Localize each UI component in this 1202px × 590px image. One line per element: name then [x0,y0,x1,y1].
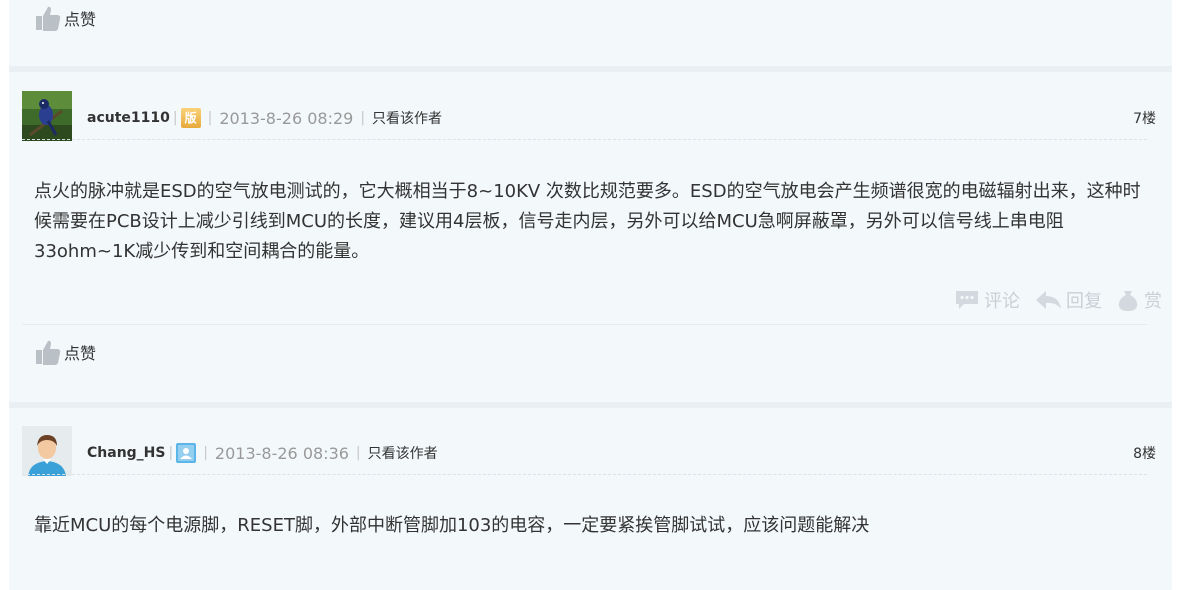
comment-button[interactable]: 评论 [954,287,1020,313]
moderator-badge: 版 [180,108,201,128]
post-content: 点火的脉冲就是ESD的空气放电测试的，它大概相当于8~10KV 次数比规范要多。… [34,181,1141,262]
actions-divider [22,324,1147,325]
default-user-avatar-image [22,426,72,476]
username[interactable]: acute1110 [87,110,170,126]
floor-number[interactable]: 8楼 [1133,443,1156,463]
like-button[interactable]: 点赞 [34,338,96,366]
separator: | [207,110,213,126]
post-panel-previous [9,0,1172,66]
separator: | [172,110,178,126]
reward-label: 赏 [1144,291,1162,312]
username[interactable]: Chang_HS [87,445,165,461]
reply-button[interactable]: 回复 [1034,287,1102,313]
user-badge-icon [176,443,197,463]
header-divider [22,474,1147,475]
forum-thread: 点赞 acute1110 | 版 | 2013-8-26 08:29 | 只看该… [0,0,1202,590]
post-header: Chang_HS | | 2013-8-26 08:36 | 只看该作者 8楼 [87,441,1156,465]
avatar[interactable] [22,91,72,141]
separator: | [168,445,174,461]
reward-button[interactable]: 赏 [1116,287,1162,313]
thumbs-up-icon [36,340,61,365]
like-button[interactable]: 点赞 [34,4,96,32]
header-divider [22,139,1147,140]
like-label: 点赞 [64,344,97,363]
only-author-link[interactable]: 只看该作者 [372,108,442,128]
comment-icon [956,291,978,309]
like-label: 点赞 [64,10,97,29]
bird-avatar-image [22,91,72,141]
separator: | [355,445,361,461]
money-bag-icon [1118,291,1138,311]
avatar[interactable] [22,426,72,476]
post-header: acute1110 | 版 | 2013-8-26 08:29 | 只看该作者 … [87,106,1156,130]
post-date: 2013-8-26 08:29 [219,108,354,128]
post-panel-8 [9,408,1172,590]
post-date: 2013-8-26 08:36 [214,443,349,463]
separator: | [360,110,366,126]
reply-arrow-icon [1036,291,1061,309]
thumbs-up-icon [36,6,61,32]
post-content: 靠近MCU的每个电源脚，RESET脚，外部中断管脚加103的电容，一定要紧挨管脚… [34,515,870,536]
separator: | [203,445,208,461]
floor-number[interactable]: 7楼 [1133,108,1156,128]
comment-label: 评论 [984,291,1020,312]
only-author-link[interactable]: 只看该作者 [368,443,438,463]
post-actions: 评论 回复 赏 [940,287,1162,313]
reply-label: 回复 [1066,291,1102,312]
